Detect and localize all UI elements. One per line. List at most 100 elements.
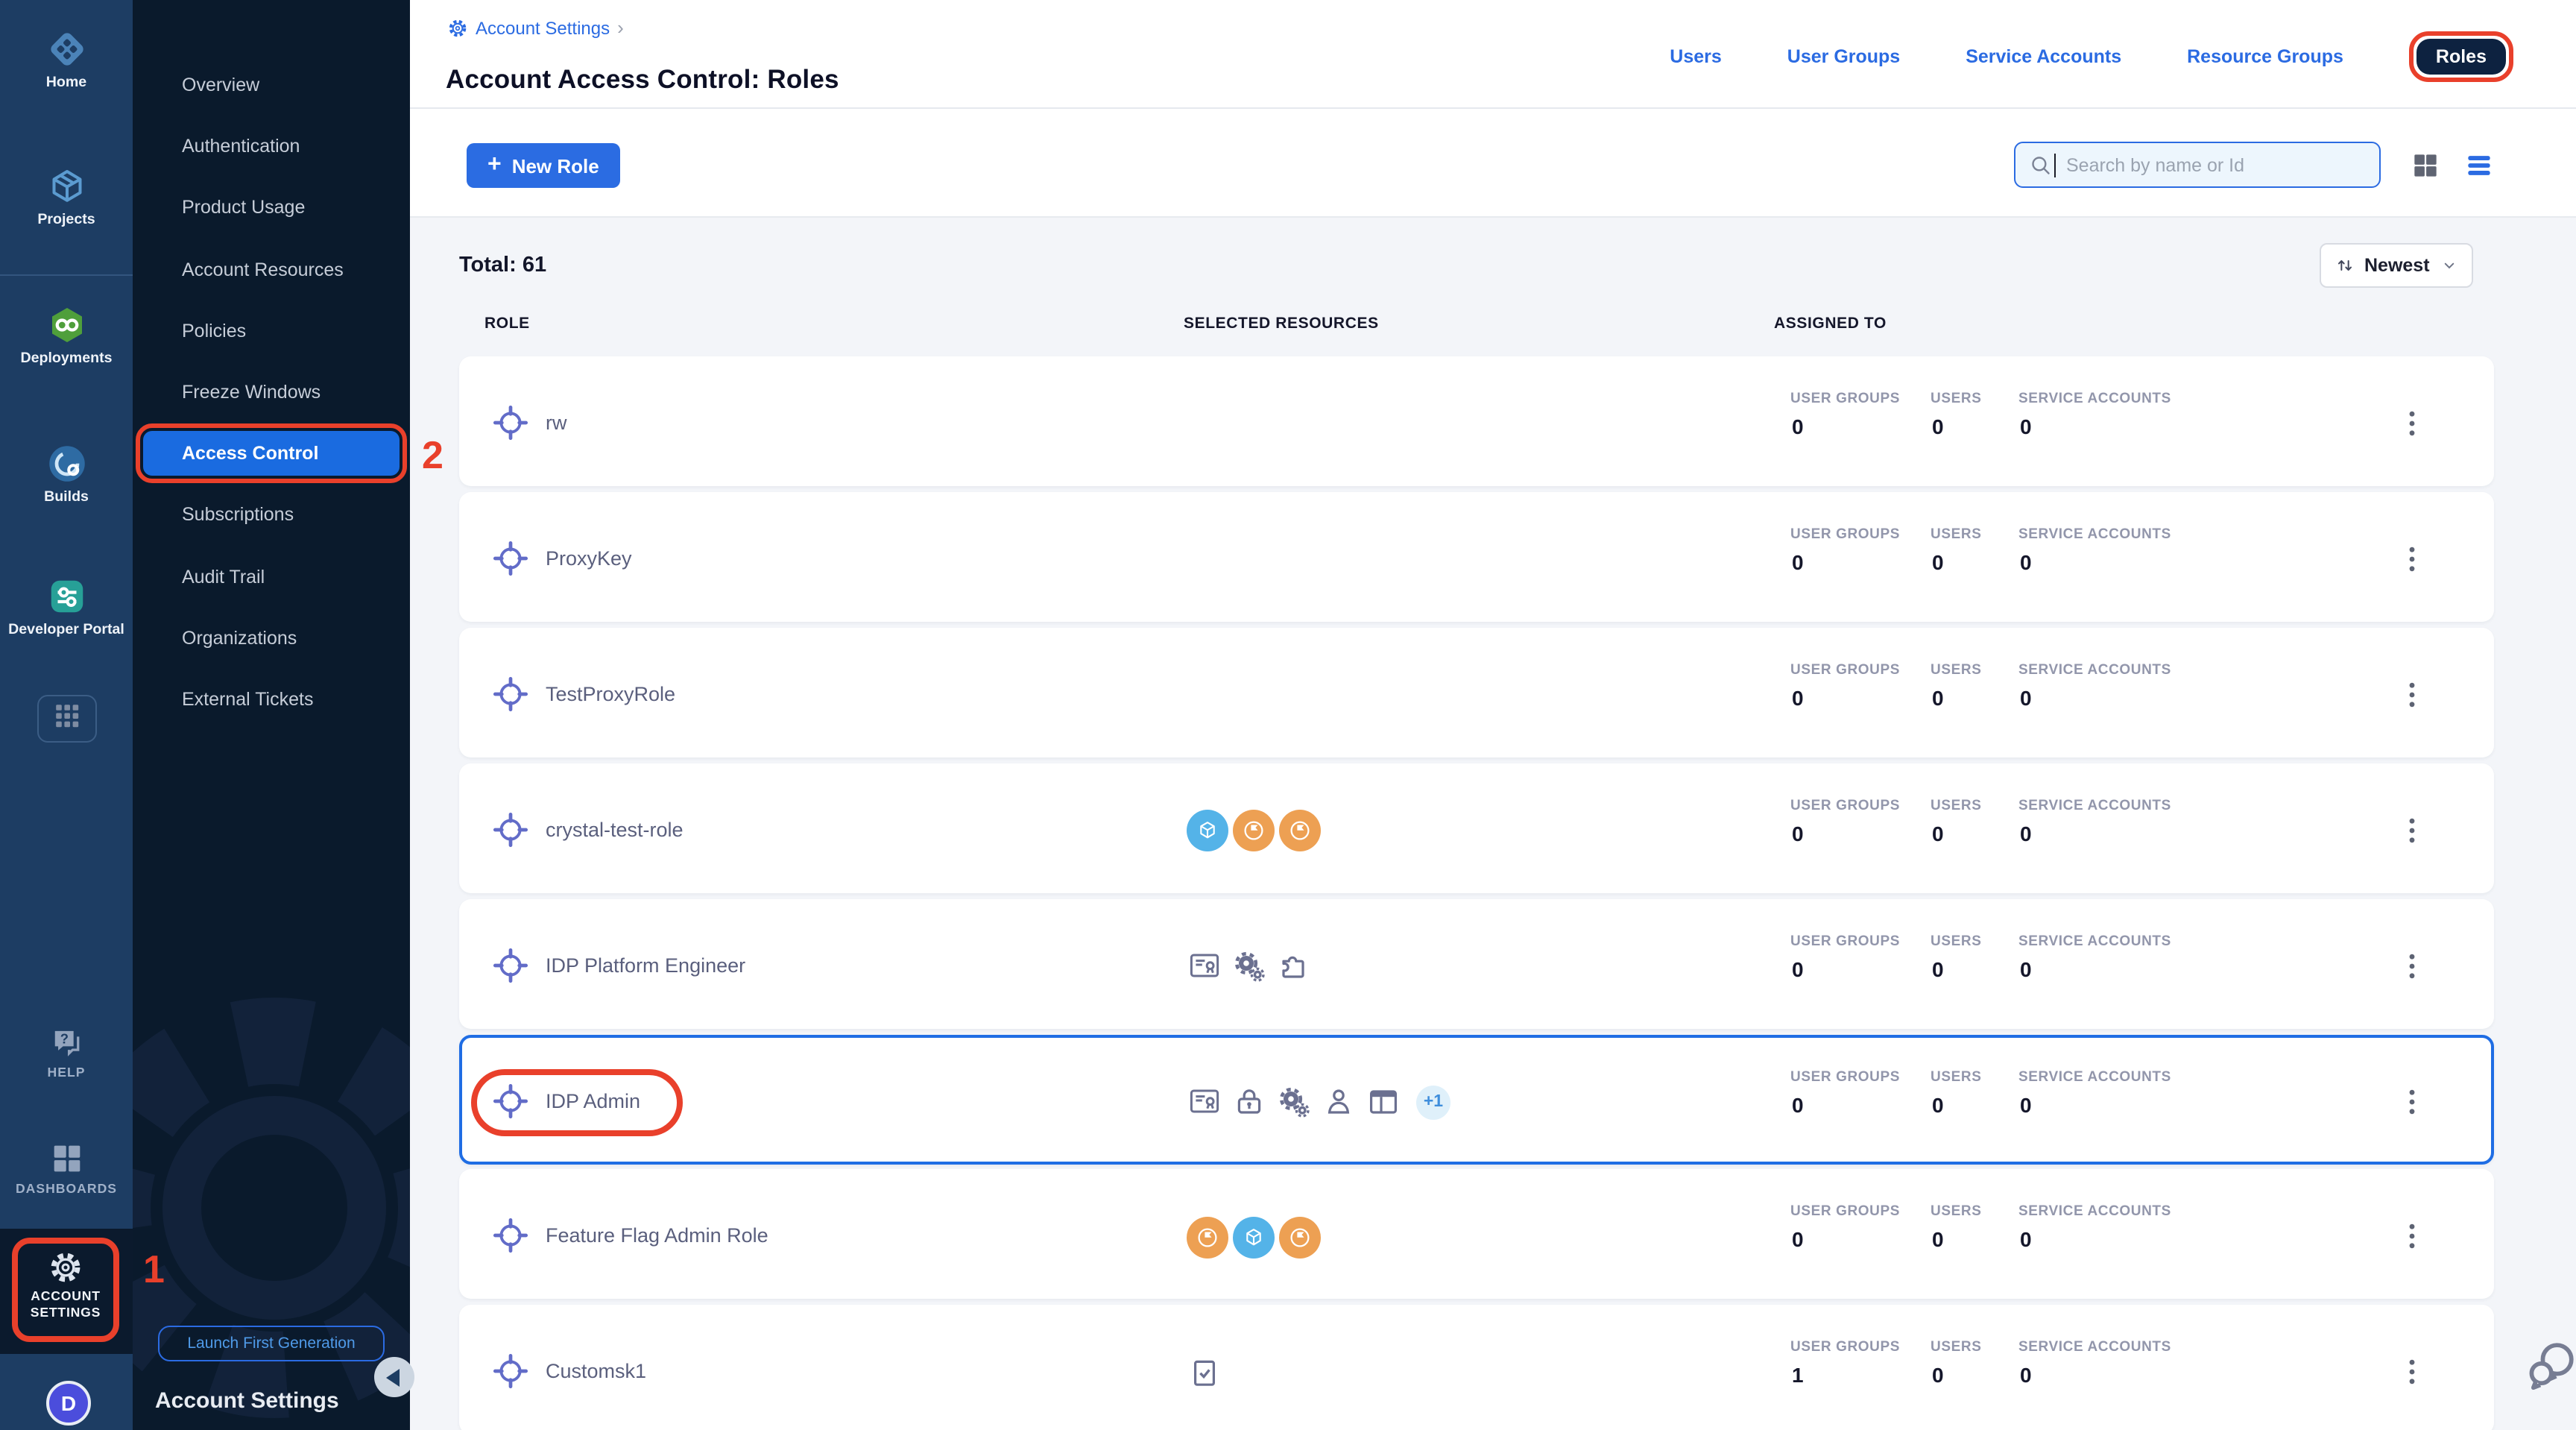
search-input[interactable] <box>2063 153 2352 177</box>
selected-resources <box>1187 766 1316 895</box>
target-icon <box>490 403 531 443</box>
table-icon <box>1366 1084 1401 1120</box>
role-name[interactable]: crystal-test-role <box>546 818 684 840</box>
role-name[interactable]: rw <box>546 412 567 434</box>
sidebar-item-deployments[interactable]: Deployments <box>0 303 133 367</box>
users-count: 0 <box>1932 957 1944 980</box>
target-icon <box>490 674 531 714</box>
sidebar-item-dashboards[interactable]: DASHBOARDS <box>0 1139 133 1197</box>
user-groups-count: 0 <box>1792 686 1804 710</box>
role-row[interactable]: IDP Platform EngineerUSER GROUPSUSERSSER… <box>459 898 2494 1028</box>
selected-resources <box>1187 1173 1316 1303</box>
tab-service-accounts[interactable]: Service Accounts <box>1966 46 2121 67</box>
user-groups-label: USER GROUPS <box>1790 797 1900 813</box>
selected-resources <box>1187 901 1312 1031</box>
service-accounts-count: 0 <box>2020 821 2032 845</box>
launch-first-generation-button[interactable]: Launch First Generation <box>158 1326 385 1361</box>
tab-bar: Users User Groups Service Accounts Resource… <box>1670 31 2513 82</box>
role-row[interactable]: Feature Flag Admin RoleUSER GROUPSUSERSS… <box>459 1170 2494 1300</box>
service-accounts-count: 0 <box>2020 415 2032 438</box>
column-header-selected-resources: SELECTED RESOURCES <box>1184 315 1379 333</box>
text-caret <box>2054 154 2056 177</box>
menu-item-external-tickets[interactable]: External Tickets <box>143 677 400 722</box>
search-icon <box>2027 151 2054 178</box>
row-menu-button[interactable] <box>2394 948 2430 983</box>
sidebar-item-help[interactable]: ?HELP <box>0 1023 133 1081</box>
tab-roles[interactable]: Roles <box>2416 39 2506 75</box>
tab-user-groups[interactable]: User Groups <box>1787 46 1900 67</box>
row-menu-button[interactable] <box>2394 812 2430 848</box>
sort-value: Newest <box>2364 255 2431 276</box>
menu-item-audit-trail[interactable]: Audit Trail <box>143 554 400 599</box>
annotation-box-account-settings[interactable]: ACCOUNT SETTINGS <box>12 1238 119 1342</box>
menu-item-product-usage[interactable]: Product Usage <box>143 186 400 230</box>
cloud-cube-icon <box>1187 810 1228 851</box>
users-label: USERS <box>1931 1068 1981 1085</box>
users-label: USERS <box>1931 1204 1981 1220</box>
role-name[interactable]: ProxyKey <box>546 547 632 570</box>
gear-icon <box>447 17 468 38</box>
menu-item-authentication[interactable]: Authentication <box>143 124 400 168</box>
row-menu-button[interactable] <box>2394 1355 2430 1390</box>
menu-item-subscriptions[interactable]: Subscriptions <box>143 493 400 538</box>
role-row[interactable]: TestProxyRoleUSER GROUPSUSERSSERVICE ACC… <box>459 628 2494 757</box>
grid-view-icon[interactable] <box>2409 149 2442 182</box>
role-name[interactable]: IDP Admin <box>546 1089 640 1112</box>
breadcrumb-link[interactable]: Account Settings <box>476 17 610 38</box>
gears-icon <box>1231 948 1267 984</box>
module-selector-button[interactable] <box>37 695 97 743</box>
menu-item-access-control[interactable]: Access Control <box>143 431 400 476</box>
sidebar-item-developer-portal[interactable]: Developer Portal <box>0 574 133 638</box>
row-menu-button[interactable] <box>2394 406 2430 441</box>
tab-users[interactable]: Users <box>1670 46 1722 67</box>
collapse-sidebar-button[interactable] <box>374 1357 414 1397</box>
menu-item-account-resources[interactable]: Account Resources <box>143 247 400 292</box>
user-groups-label: USER GROUPS <box>1790 526 1900 543</box>
row-menu-button[interactable] <box>2394 1083 2430 1119</box>
role-row[interactable]: ProxyKeyUSER GROUPSUSERSSERVICE ACCOUNTS… <box>459 492 2494 622</box>
user-groups-count: 0 <box>1792 957 1804 980</box>
user-avatar[interactable]: D <box>46 1381 91 1426</box>
tab-resource-groups[interactable]: Resource Groups <box>2187 46 2343 67</box>
list-view-icon[interactable] <box>2463 149 2496 182</box>
new-role-button[interactable]: + New Role <box>467 143 620 188</box>
sidebar-item-builds[interactable]: Builds <box>0 441 133 505</box>
menu-item-organizations[interactable]: Organizations <box>143 616 400 661</box>
chat-support-icon[interactable] <box>2525 1338 2576 1397</box>
menu-item-policies[interactable]: Policies <box>143 309 400 353</box>
role-name[interactable]: Customsk1 <box>546 1361 646 1383</box>
role-row[interactable]: IDP Admin+1USER GROUPSUSERSSERVICE ACCOU… <box>459 1034 2494 1164</box>
annotation-step-1: 1 <box>143 1247 165 1293</box>
users-count: 0 <box>1932 821 1944 845</box>
role-row[interactable]: crystal-test-role USER GROUPS USERS SERVICE… <box>459 763 2494 892</box>
user-groups-count: 1 <box>1792 1364 1804 1388</box>
service-accounts-label: SERVICE ACCOUNTS <box>2018 797 2171 813</box>
menu-item-overview[interactable]: Overview <box>143 63 400 107</box>
role-name[interactable]: Feature Flag Admin Role <box>546 1225 768 1247</box>
sidebar-item-home[interactable]: Home <box>0 27 133 91</box>
row-menu-button[interactable] <box>2394 1219 2430 1255</box>
sidebar-item-projects[interactable]: Projects <box>0 164 133 228</box>
role-name[interactable]: IDP Platform Engineer <box>546 954 745 976</box>
user-groups-count: 0 <box>1792 415 1804 438</box>
feature-flag-icon <box>1279 1217 1321 1259</box>
user-groups-count: 0 <box>1792 1228 1804 1252</box>
role-row[interactable]: rwUSER GROUPSUSERSSERVICE ACCOUNTS000 <box>459 356 2494 486</box>
breadcrumb[interactable]: Account Settings › <box>447 16 624 39</box>
target-icon <box>490 538 531 579</box>
users-label: USERS <box>1931 797 1981 813</box>
menu-item-freeze-windows[interactable]: Freeze Windows <box>143 370 400 415</box>
gear-icon <box>48 1250 83 1285</box>
svg-text:?: ? <box>60 1031 68 1047</box>
certificate-icon <box>1187 948 1222 984</box>
row-menu-button[interactable] <box>2394 677 2430 713</box>
role-row[interactable]: Customsk1USER GROUPSUSERSSERVICE ACCOUNT… <box>459 1305 2494 1430</box>
resource-overflow-badge: +1 <box>1416 1085 1450 1119</box>
users-label: USERS <box>1931 526 1981 543</box>
row-menu-button[interactable] <box>2394 541 2430 577</box>
role-name[interactable]: TestProxyRole <box>546 683 675 705</box>
user-groups-count: 0 <box>1792 550 1804 574</box>
service-accounts-count: 0 <box>2020 1364 2032 1388</box>
sort-dropdown[interactable]: Newest <box>2320 243 2473 288</box>
annotation-ring-roles-tab: Roles <box>2409 31 2513 82</box>
